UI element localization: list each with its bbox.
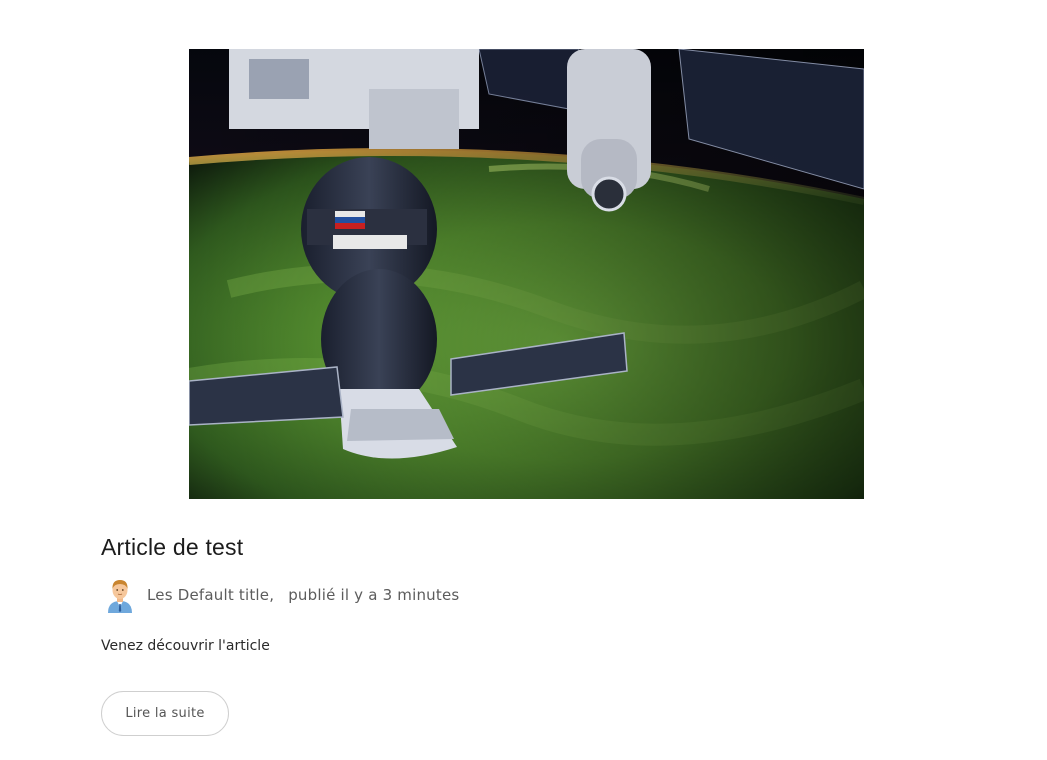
article-title[interactable]: Article de test (101, 534, 243, 561)
station-module (567, 49, 651, 212)
user-avatar-icon (108, 580, 132, 613)
article-card: Article de test Les Default title, publi… (0, 0, 1047, 760)
article-excerpt: Venez découvrir l'article (101, 638, 270, 654)
article-hero-image[interactable] (189, 49, 864, 499)
read-more-button[interactable]: Lire la suite (101, 691, 229, 736)
space-station-photo (189, 49, 864, 499)
article-published-date: publié il y a 3 minutes (288, 586, 460, 604)
article-meta: Les Default title, publié il y a 3 minut… (104, 577, 459, 613)
article-author[interactable]: Les Default title, (147, 586, 274, 604)
